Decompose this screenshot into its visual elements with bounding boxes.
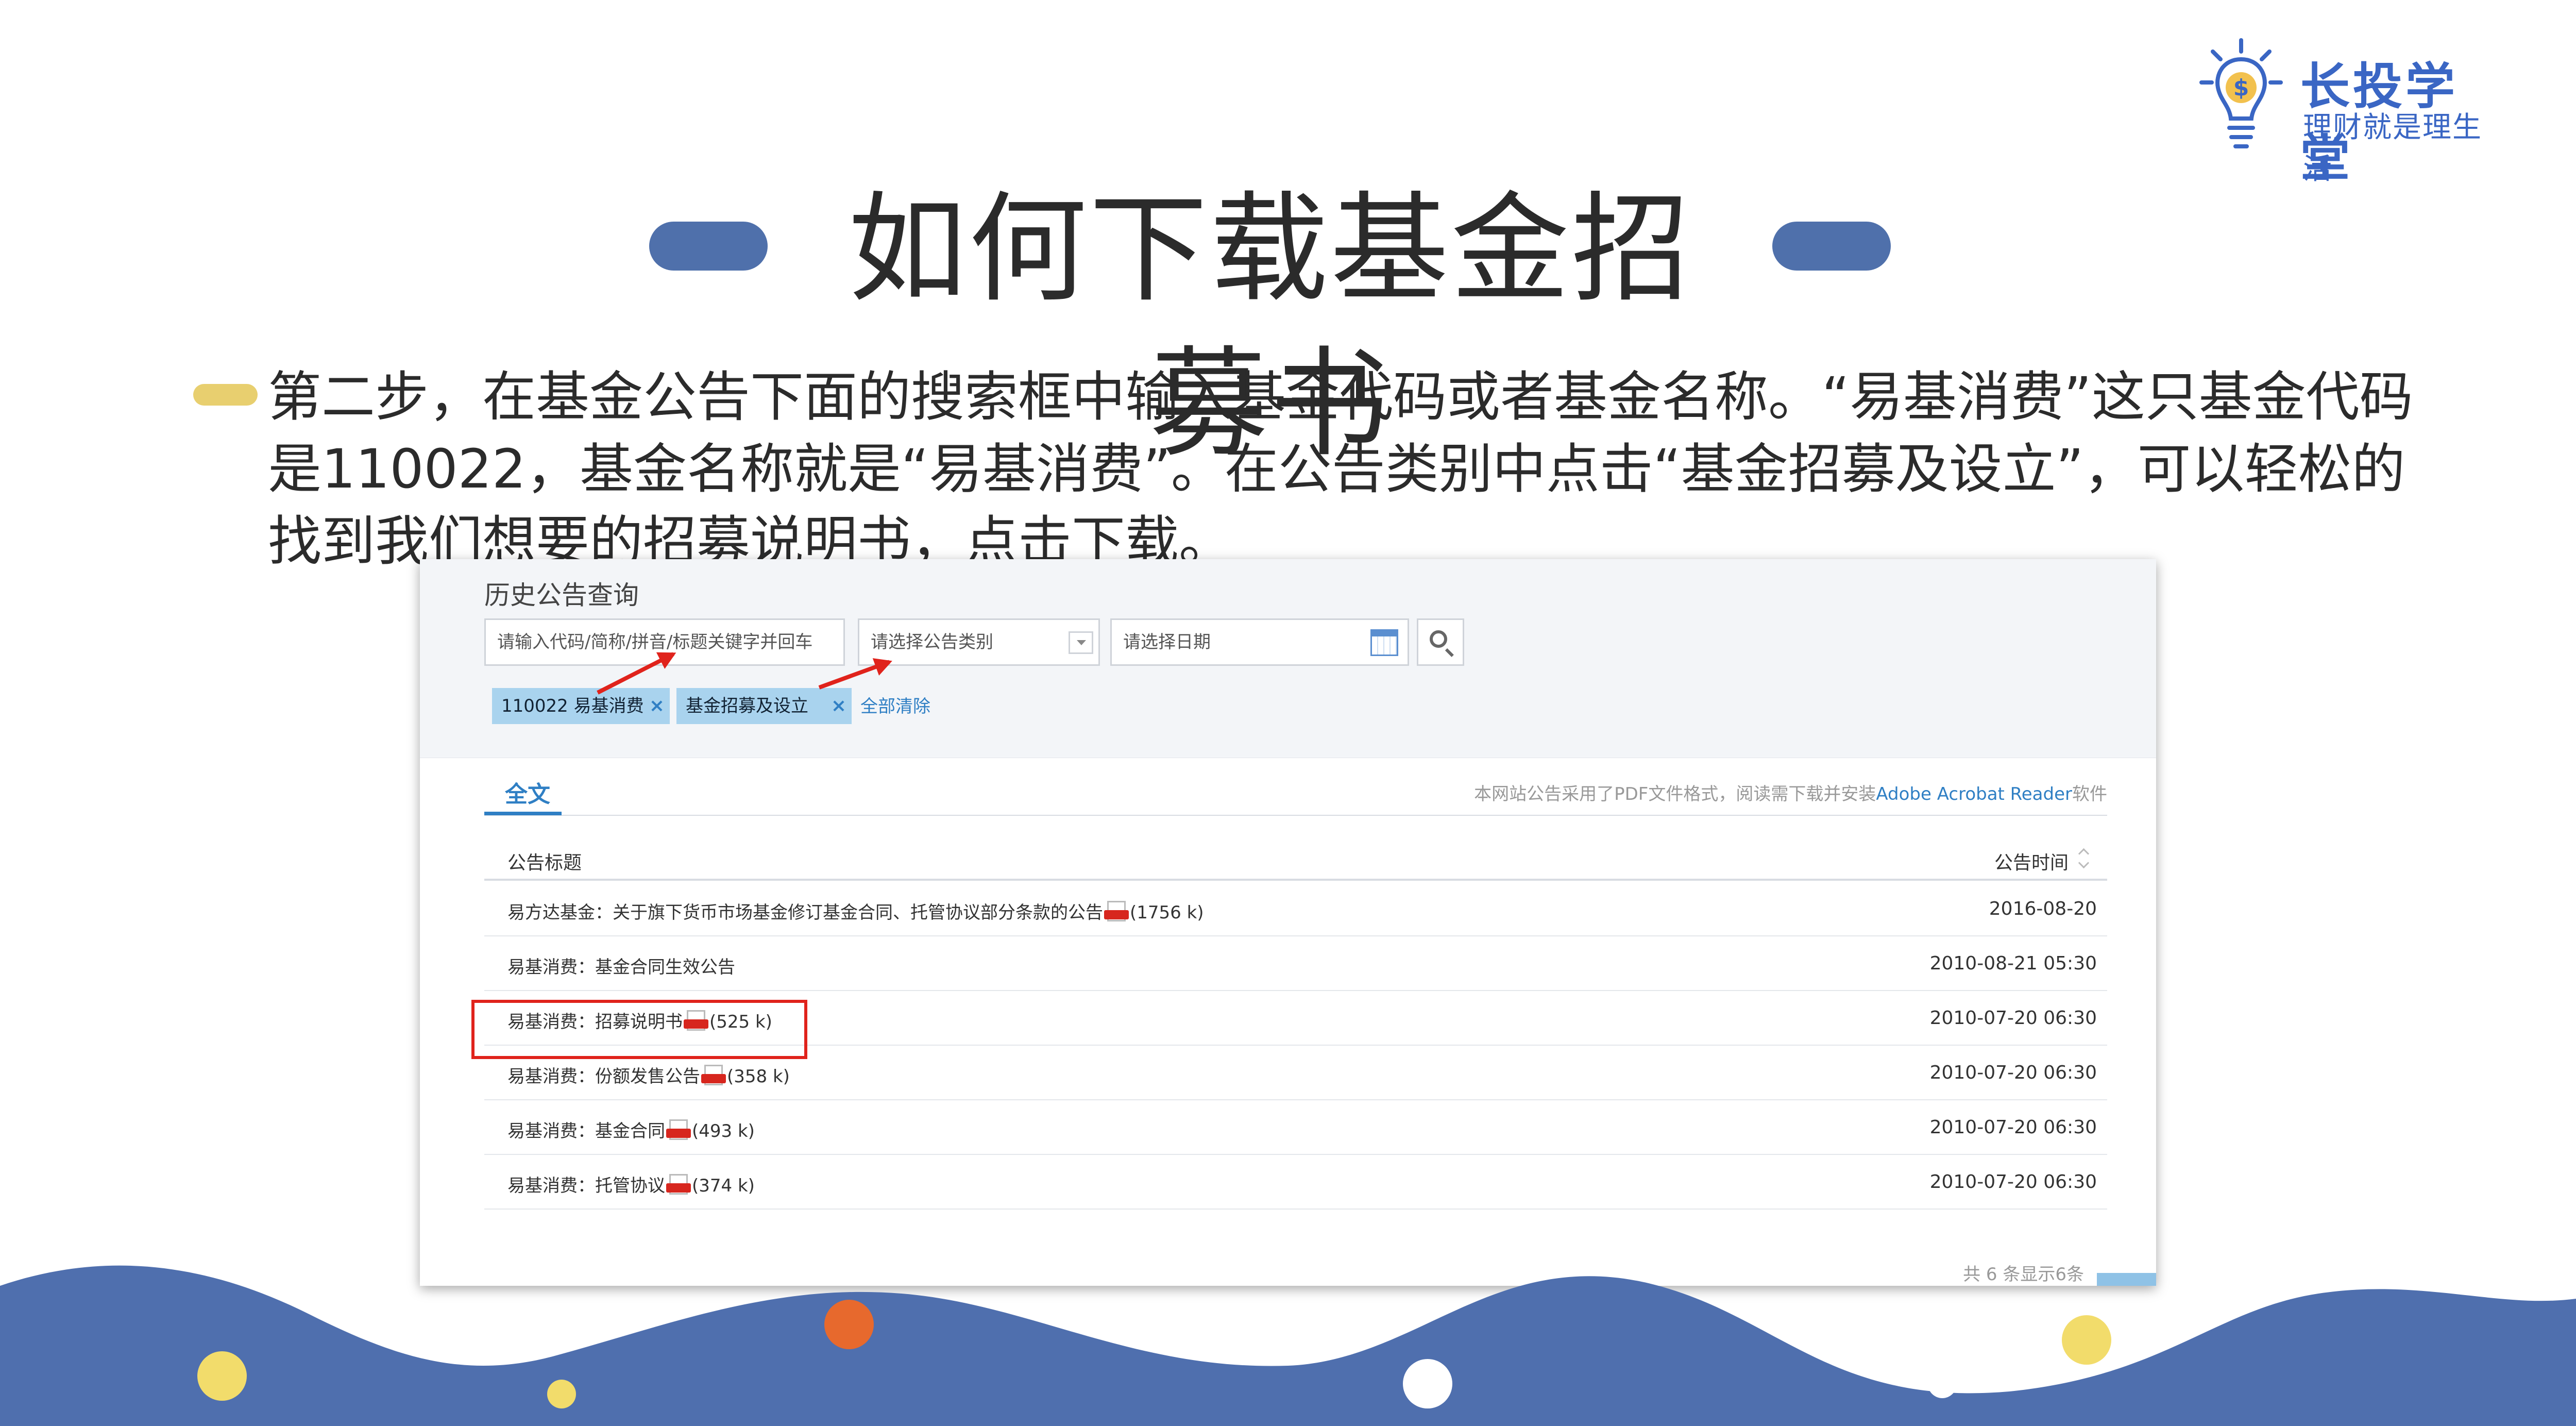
announcement-time: 2010-07-20 06:30 — [1929, 1062, 2097, 1083]
brand-slogan: 理财就是理生活 — [2303, 111, 2482, 186]
decor-dot — [547, 1380, 576, 1408]
tab-divider — [484, 815, 2107, 816]
announcement-time: 2010-07-20 06:30 — [1929, 1008, 2097, 1029]
table-header: 公告标题 公告时间 — [484, 837, 2107, 881]
search-button[interactable] — [1417, 618, 1464, 666]
highlight-box — [471, 1000, 807, 1059]
clear-all-link[interactable]: 全部清除 — [860, 692, 930, 717]
decor-dot — [1928, 1369, 1957, 1398]
file-size: (493 k) — [692, 1121, 755, 1142]
announcement-link[interactable]: 易基消费：份额发售公告 (358 k) — [507, 1062, 790, 1087]
pdf-icon[interactable] — [701, 1065, 726, 1085]
column-title: 公告标题 — [507, 852, 582, 874]
decor-dot — [2062, 1315, 2111, 1365]
announcement-title: 易基消费：份额发售公告 — [507, 1066, 700, 1087]
filter-tag-category-label: 基金招募及设立 — [686, 696, 808, 716]
title-pill-left — [649, 222, 768, 271]
decor-dot — [1403, 1359, 1452, 1408]
filter-tag-code: 110022 易基消费 × — [492, 688, 670, 724]
table-row: 易基消费：托管协议 (374 k) 2010-07-20 06:30 — [484, 1154, 2107, 1210]
announcement-link[interactable]: 易方达基金：关于旗下货币市场基金修订基金合同、托管协议部分条款的公告 (1756 … — [507, 898, 1204, 924]
pdf-notice-suffix: 软件 — [2072, 784, 2107, 804]
pdf-notice-text: 本网站公告采用了PDF文件格式，阅读需下载并安装 — [1474, 784, 1876, 804]
tab-full-text[interactable]: 全文 — [505, 776, 550, 809]
pdf-icon[interactable] — [666, 1119, 691, 1140]
table-row: 易方达基金：关于旗下货币市场基金修订基金合同、托管协议部分条款的公告 (1756 … — [484, 881, 2107, 936]
file-size: (358 k) — [727, 1066, 790, 1087]
search-area: 历史公告查询 请输入代码/简称/拼音/标题关键字并回车 请选择公告类别 请选择日… — [420, 559, 2156, 758]
file-size: (374 k) — [692, 1176, 755, 1196]
announcement-link[interactable]: 易基消费：基金合同 (493 k) — [507, 1117, 755, 1142]
pdf-icon[interactable] — [1104, 901, 1129, 921]
announcement-link[interactable]: 易基消费：托管协议 (374 k) — [507, 1171, 755, 1197]
sort-icon[interactable] — [2079, 847, 2089, 869]
announcement-time: 2016-08-20 — [1989, 898, 2097, 919]
date-picker-placeholder: 请选择日期 — [1123, 632, 1211, 652]
chevron-down-icon[interactable] — [1069, 631, 1093, 654]
close-icon[interactable]: × — [649, 688, 665, 724]
pdf-notice: 本网站公告采用了PDF文件格式，阅读需下载并安装Adobe Acrobat Re… — [1474, 780, 2107, 805]
announcement-title: 易方达基金：关于旗下货币市场基金修订基金合同、托管协议部分条款的公告 — [507, 902, 1103, 923]
decor-dot — [824, 1300, 874, 1349]
wave-decoration — [0, 1265, 2576, 1426]
intro-paragraph: 第二步，在基金公告下面的搜索框中输入基金代码或者基金名称。“易基消费”这只基金代… — [268, 365, 2413, 573]
close-icon[interactable]: × — [831, 688, 846, 724]
bullet-marker — [193, 384, 258, 406]
acrobat-reader-link[interactable]: Adobe Acrobat Reader — [1876, 784, 2072, 804]
decor-dot — [197, 1351, 247, 1401]
file-size: (1756 k) — [1130, 902, 1204, 923]
pdf-icon[interactable] — [666, 1174, 691, 1195]
announcement-title: 易基消费：托管协议 — [507, 1176, 665, 1196]
lightbulb-icon: $ — [2199, 38, 2283, 148]
announcement-link[interactable]: 易基消费：基金合同生效公告 — [507, 953, 735, 978]
announcement-time: 2010-08-21 05:30 — [1929, 953, 2097, 974]
table-row: 易基消费：基金合同生效公告 2010-08-21 05:30 — [484, 935, 2107, 991]
table-row: 易基消费：基金合同 (493 k) 2010-07-20 06:30 — [484, 1099, 2107, 1155]
calendar-icon[interactable] — [1370, 629, 1398, 656]
date-picker-input[interactable]: 请选择日期 — [1110, 618, 1409, 666]
announcement-time: 2010-07-20 06:30 — [1929, 1117, 2097, 1138]
active-tab-indicator — [484, 812, 562, 815]
panel-title: 历史公告查询 — [484, 580, 639, 610]
category-select[interactable]: 请选择公告类别 — [858, 618, 1100, 666]
announcement-search-screenshot: 历史公告查询 请输入代码/简称/拼音/标题关键字并回车 请选择公告类别 请选择日… — [420, 559, 2156, 1286]
category-select-placeholder: 请选择公告类别 — [871, 632, 993, 652]
announcement-title: 易基消费：基金合同 — [507, 1121, 665, 1142]
announcement-time: 2010-07-20 06:30 — [1929, 1171, 2097, 1193]
column-time[interactable]: 公告时间 — [1994, 848, 2069, 875]
svg-text:$: $ — [2233, 75, 2249, 101]
announcement-title: 易基消费：基金合同生效公告 — [507, 957, 735, 978]
brand-logo: $ 长投学堂 理财就是理生活 — [2197, 36, 2506, 187]
filter-tag-category: 基金招募及设立 × — [676, 688, 852, 724]
filter-tag-code-label: 110022 易基消费 — [501, 696, 644, 716]
title-pill-right — [1772, 222, 1891, 271]
